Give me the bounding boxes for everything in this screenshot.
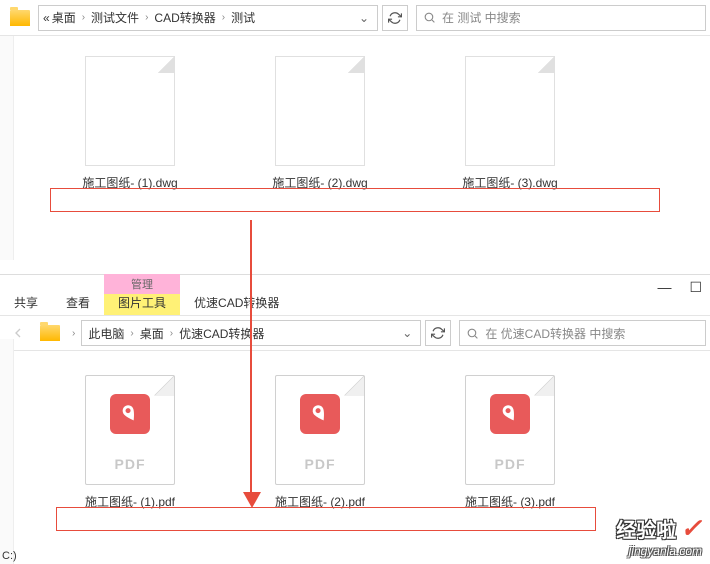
selection-box [50,188,660,212]
search-input[interactable]: 在 优速CAD转换器 中搜索 [459,320,706,346]
selection-box [56,507,596,531]
refresh-icon [431,326,445,340]
breadcrumb-item[interactable]: 桌面 [138,325,166,342]
dropdown-icon[interactable]: ⌄ [402,326,412,340]
file-label: 施工图纸- (3).dwg [462,174,557,191]
chevron-right-icon: › [72,328,75,339]
breadcrumb-item[interactable]: 此电脑 [86,325,126,342]
file-item[interactable]: 施工图纸- (2).dwg [250,56,390,191]
pdf-badge-icon [490,394,530,434]
pdf-label: PDF [115,456,146,472]
minimize-button[interactable]: — [657,279,671,296]
tab-manage[interactable]: 管理 [104,274,180,294]
file-label: 施工图纸- (2).dwg [272,174,367,191]
breadcrumb-item[interactable]: CAD转换器 [152,9,217,26]
file-item[interactable]: PDF 施工图纸- (3).pdf [440,375,580,510]
pdf-file-icon: PDF [275,375,365,485]
file-item[interactable]: PDF 施工图纸- (2).pdf [250,375,390,510]
refresh-icon [388,11,402,25]
file-label: 施工图纸- (2).pdf [275,493,365,510]
file-label: 施工图纸- (1).pdf [85,493,175,510]
pdf-label: PDF [495,456,526,472]
folder-icon [10,10,30,26]
pdf-file-icon: PDF [85,375,175,485]
search-placeholder: 在 测试 中搜索 [442,9,521,26]
file-label: 施工图纸- (1).dwg [82,174,177,191]
maximize-button[interactable]: ☐ [689,279,702,296]
chevron-right-icon: › [222,12,225,23]
tab-share[interactable]: 共享 [0,290,52,315]
watermark: 经验啦 ✓ jingyanla.com [616,513,702,558]
pdf-badge-icon [110,394,150,434]
breadcrumb-item[interactable]: 优速CAD转换器 [177,325,266,342]
breadcrumb[interactable]: « 桌面 › 测试文件 › CAD转换器 › 测试 ⌄ [38,5,378,31]
pdf-file-icon: PDF [465,375,555,485]
pdf-badge-icon [300,394,340,434]
refresh-button[interactable] [425,320,451,346]
breadcrumb-item[interactable]: 测试文件 [89,9,141,26]
dwg-file-icon [275,56,365,166]
drive-label: C:) [2,550,17,562]
check-icon: ✓ [680,513,702,544]
refresh-button[interactable] [382,5,408,31]
breadcrumb-prefix: « [43,11,50,25]
dropdown-icon[interactable]: ⌄ [359,11,369,25]
breadcrumb-item[interactable]: 测试 [229,9,257,26]
file-item[interactable]: 施工图纸- (3).dwg [440,56,580,191]
search-input[interactable]: 在 测试 中搜索 [416,5,706,31]
file-item[interactable]: PDF 施工图纸- (1).pdf [60,375,200,510]
chevron-right-icon: › [130,328,133,339]
search-icon [423,11,436,24]
folder-icon [40,325,60,341]
window-title: 优速CAD转换器 [180,290,293,315]
dwg-file-icon [85,56,175,166]
breadcrumb-item[interactable]: 桌面 [50,9,78,26]
tab-view[interactable]: 查看 [52,290,104,315]
watermark-url: jingyanla.com [616,544,702,558]
file-label: 施工图纸- (3).pdf [465,493,555,510]
search-placeholder: 在 优速CAD转换器 中搜索 [485,325,625,342]
file-item[interactable]: 施工图纸- (1).dwg [60,56,200,191]
chevron-right-icon: › [145,12,148,23]
arrow-annotation [250,220,252,500]
search-icon [466,327,479,340]
chevron-right-icon: › [170,328,173,339]
watermark-text: 经验啦 [616,514,676,543]
tab-image-tools[interactable]: 管理 图片工具 [104,290,180,315]
chevron-right-icon: › [82,12,85,23]
pdf-label: PDF [305,456,336,472]
dwg-file-icon [465,56,555,166]
arrow-head-icon [243,492,261,508]
